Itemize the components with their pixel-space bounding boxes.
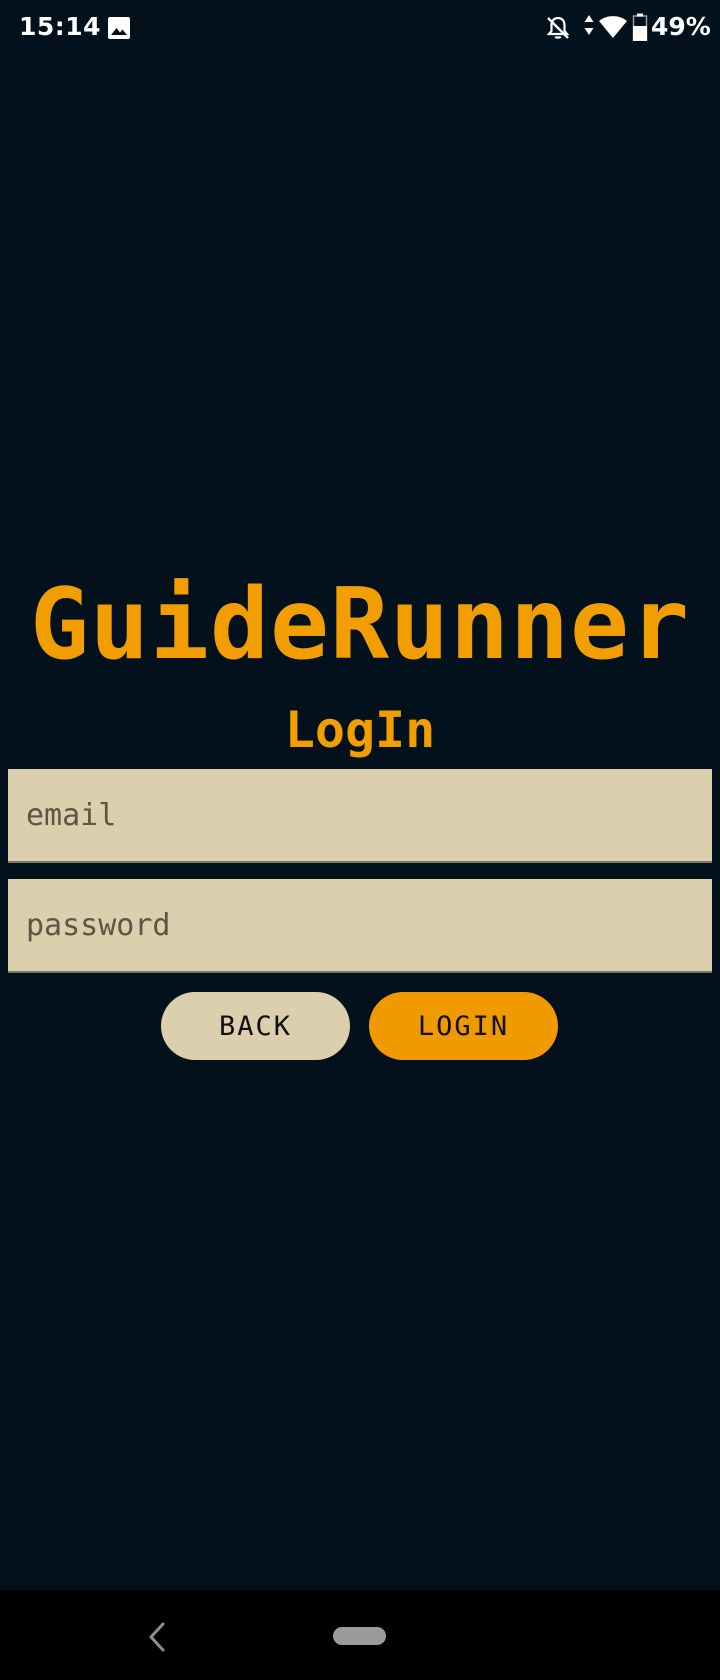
gallery-icon (108, 17, 130, 39)
app-title: GuideRunner (29, 568, 690, 682)
password-field[interactable] (8, 879, 712, 973)
email-field[interactable] (8, 769, 712, 863)
page-subtitle: LogIn (284, 701, 436, 759)
wifi-icon (599, 16, 627, 38)
data-arrows-icon (584, 15, 594, 35)
login-screen: 15:14 49% GuideRunner LogIn BACK L (0, 0, 720, 1680)
status-time: 15:14 (19, 12, 102, 41)
bell-off-icon (546, 16, 570, 39)
battery-icon (632, 13, 648, 41)
navigation-bar (0, 1590, 720, 1680)
battery-percentage: 49% (651, 12, 711, 41)
status-bar: 15:14 49% (0, 0, 720, 56)
nav-back-icon[interactable] (145, 1620, 169, 1654)
home-pill[interactable] (333, 1627, 386, 1645)
back-button[interactable]: BACK (161, 992, 350, 1060)
login-button[interactable]: LOGIN (369, 992, 558, 1060)
